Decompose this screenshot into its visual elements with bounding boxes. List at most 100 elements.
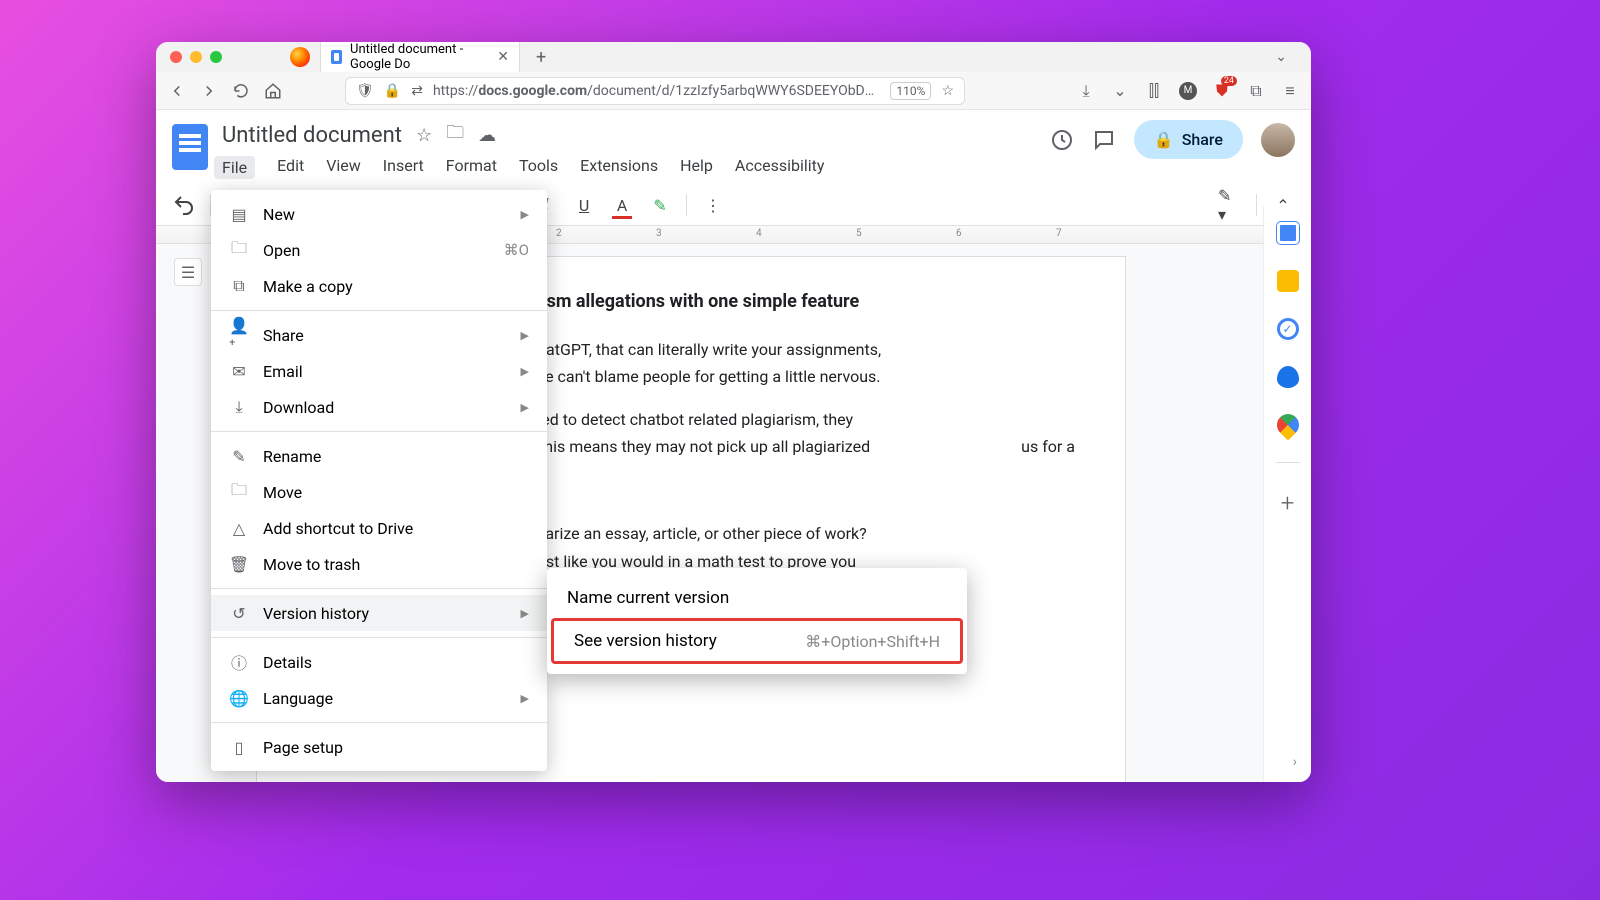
folder-icon: 🗀 (229, 240, 249, 260)
menu-move[interactable]: 🗀 Move (211, 474, 547, 510)
forward-button[interactable] (200, 82, 218, 100)
hamburger-menu-icon[interactable]: ≡ (1281, 82, 1299, 100)
menu-email[interactable]: ✉ Email ▶ (211, 353, 547, 389)
add-addon-button[interactable]: + (1281, 489, 1295, 517)
menu-view[interactable]: View (326, 156, 361, 179)
submenu-name-current[interactable]: Name current version (547, 578, 967, 618)
submenu-arrow-icon: ▶ (521, 365, 529, 378)
url-text: https://docs.google.com/document/d/1zzIz… (433, 83, 874, 99)
cloud-status-icon[interactable]: ☁ (478, 125, 496, 146)
menu-page-setup[interactable]: ▯ Page setup (211, 729, 547, 765)
address-bar[interactable]: 🛡 🔒 ⇄ https://docs.google.com/document/d… (345, 77, 965, 105)
menu-extensions[interactable]: Extensions (580, 156, 658, 179)
move-icon: 🗀 (229, 482, 249, 502)
doc-icon: ▤ (229, 204, 249, 224)
library-icon[interactable]: ⫿⫿ (1145, 82, 1163, 100)
calendar-icon[interactable] (1277, 222, 1299, 244)
window-close[interactable] (170, 51, 182, 63)
docs-header: Untitled document ☆ 🗀 ☁ File Edit View I… (156, 110, 1311, 179)
reload-button[interactable] (232, 82, 250, 100)
menu-download[interactable]: ⤓ Download ▶ (211, 389, 547, 425)
menu-make-copy[interactable]: ⧉ Make a copy (211, 268, 547, 304)
person-add-icon: 👤⁺ (229, 325, 249, 345)
zoom-indicator[interactable]: 110% (890, 82, 931, 100)
side-panel: + › (1263, 206, 1311, 782)
profile-avatar[interactable] (1261, 123, 1295, 157)
editing-mode-button[interactable]: ✎ ▾ (1218, 193, 1242, 217)
submenu-arrow-icon: ▶ (521, 607, 529, 620)
menu-version-history[interactable]: ↺ Version history ▶ (211, 595, 547, 631)
more-format-button[interactable]: ⋮ (701, 193, 725, 217)
tab-title: Untitled document - Google Do (350, 42, 489, 72)
version-history-submenu: Name current version See version history… (547, 568, 967, 674)
menu-open[interactable]: 🗀 Open ⌘O (211, 232, 547, 268)
share-label: Share (1182, 130, 1223, 149)
submenu-arrow-icon: ▶ (521, 208, 529, 221)
account-icon[interactable]: M (1179, 82, 1197, 100)
menu-share[interactable]: 👤⁺ Share ▶ (211, 317, 547, 353)
history-icon[interactable] (1050, 128, 1074, 152)
outline-toggle-button[interactable]: ☰ (174, 258, 202, 286)
undo-button[interactable] (172, 193, 196, 217)
menu-trash[interactable]: 🗑 Move to trash (211, 546, 547, 582)
menu-file[interactable]: File (214, 156, 255, 179)
shortcut-label: ⌘+Option+Shift+H (805, 632, 940, 651)
underline-button[interactable]: U (572, 193, 596, 217)
download-icon: ⤓ (229, 397, 249, 417)
maps-icon[interactable] (1272, 409, 1303, 440)
move-folder-icon[interactable]: 🗀 (446, 120, 464, 150)
new-tab-button[interactable]: + (530, 47, 552, 68)
keep-icon[interactable] (1277, 270, 1299, 292)
menu-accessibility[interactable]: Accessibility (735, 156, 825, 179)
pencil-icon: ✎ (229, 446, 249, 466)
title-bar: Untitled document - Google Do ✕ + ⌄ (156, 42, 1311, 72)
window-minimize[interactable] (190, 51, 202, 63)
submenu-see-history[interactable]: See version history ⌘+Option+Shift+H (551, 618, 963, 664)
docs-logo-icon[interactable] (172, 124, 208, 170)
menu-tools[interactable]: Tools (519, 156, 558, 179)
toolbar-extensions: ⤓ ⌄ ⫿⫿ M ⛊24 ⧉ ≡ (1077, 82, 1299, 100)
window-maximize[interactable] (210, 51, 222, 63)
menu-add-shortcut[interactable]: △ Add shortcut to Drive (211, 510, 547, 546)
menubar: File Edit View Insert Format Tools Exten… (222, 156, 1036, 179)
star-icon[interactable]: ☆ (416, 125, 432, 146)
lock-icon: 🔒 (384, 83, 401, 99)
menu-edit[interactable]: Edit (277, 156, 304, 179)
contacts-icon[interactable] (1277, 366, 1299, 388)
shield-icon: 🛡 (356, 83, 374, 99)
back-button[interactable] (168, 82, 186, 100)
info-icon: ⓘ (229, 652, 249, 672)
comments-icon[interactable] (1092, 128, 1116, 152)
extensions-icon[interactable]: ⧉ (1247, 82, 1265, 100)
menu-language[interactable]: 🌐 Language ▶ (211, 680, 547, 716)
trash-icon: 🗑 (229, 554, 249, 574)
menu-insert[interactable]: Insert (383, 156, 424, 179)
menu-new[interactable]: ▤ New ▶ (211, 196, 547, 232)
firefox-logo-icon (290, 47, 310, 67)
submenu-arrow-icon: ▶ (521, 401, 529, 414)
document-title[interactable]: Untitled document (222, 123, 402, 148)
pocket-icon[interactable]: ⌄ (1111, 82, 1129, 100)
menu-rename[interactable]: ✎ Rename (211, 438, 547, 474)
bookmark-star-icon[interactable]: ☆ (941, 83, 954, 99)
menu-format[interactable]: Format (446, 156, 497, 179)
menu-help[interactable]: Help (680, 156, 713, 179)
url-bar: 🛡 🔒 ⇄ https://docs.google.com/document/d… (156, 72, 1311, 110)
ublock-icon[interactable]: ⛊24 (1213, 82, 1231, 100)
page-icon: ▯ (229, 737, 249, 757)
browser-window: Untitled document - Google Do ✕ + ⌄ 🛡 🔒 … (156, 42, 1311, 782)
lock-icon: 🔒 (1154, 130, 1174, 149)
side-panel-collapse-icon[interactable]: › (1293, 754, 1297, 770)
share-button[interactable]: 🔒 Share (1134, 120, 1243, 159)
tasks-icon[interactable] (1277, 318, 1299, 340)
tab-close-icon[interactable]: ✕ (497, 49, 509, 65)
text-color-button[interactable]: A (610, 193, 634, 217)
copy-icon: ⧉ (229, 276, 249, 296)
file-menu: ▤ New ▶ 🗀 Open ⌘O ⧉ Make a copy 👤⁺ Share… (211, 190, 547, 771)
home-button[interactable] (264, 82, 282, 100)
highlight-button[interactable]: ✎ (648, 193, 672, 217)
menu-details[interactable]: ⓘ Details (211, 644, 547, 680)
tabs-overflow-icon[interactable]: ⌄ (1265, 49, 1297, 65)
submenu-arrow-icon: ▶ (521, 692, 529, 705)
save-pocket-icon[interactable]: ⤓ (1077, 82, 1095, 100)
